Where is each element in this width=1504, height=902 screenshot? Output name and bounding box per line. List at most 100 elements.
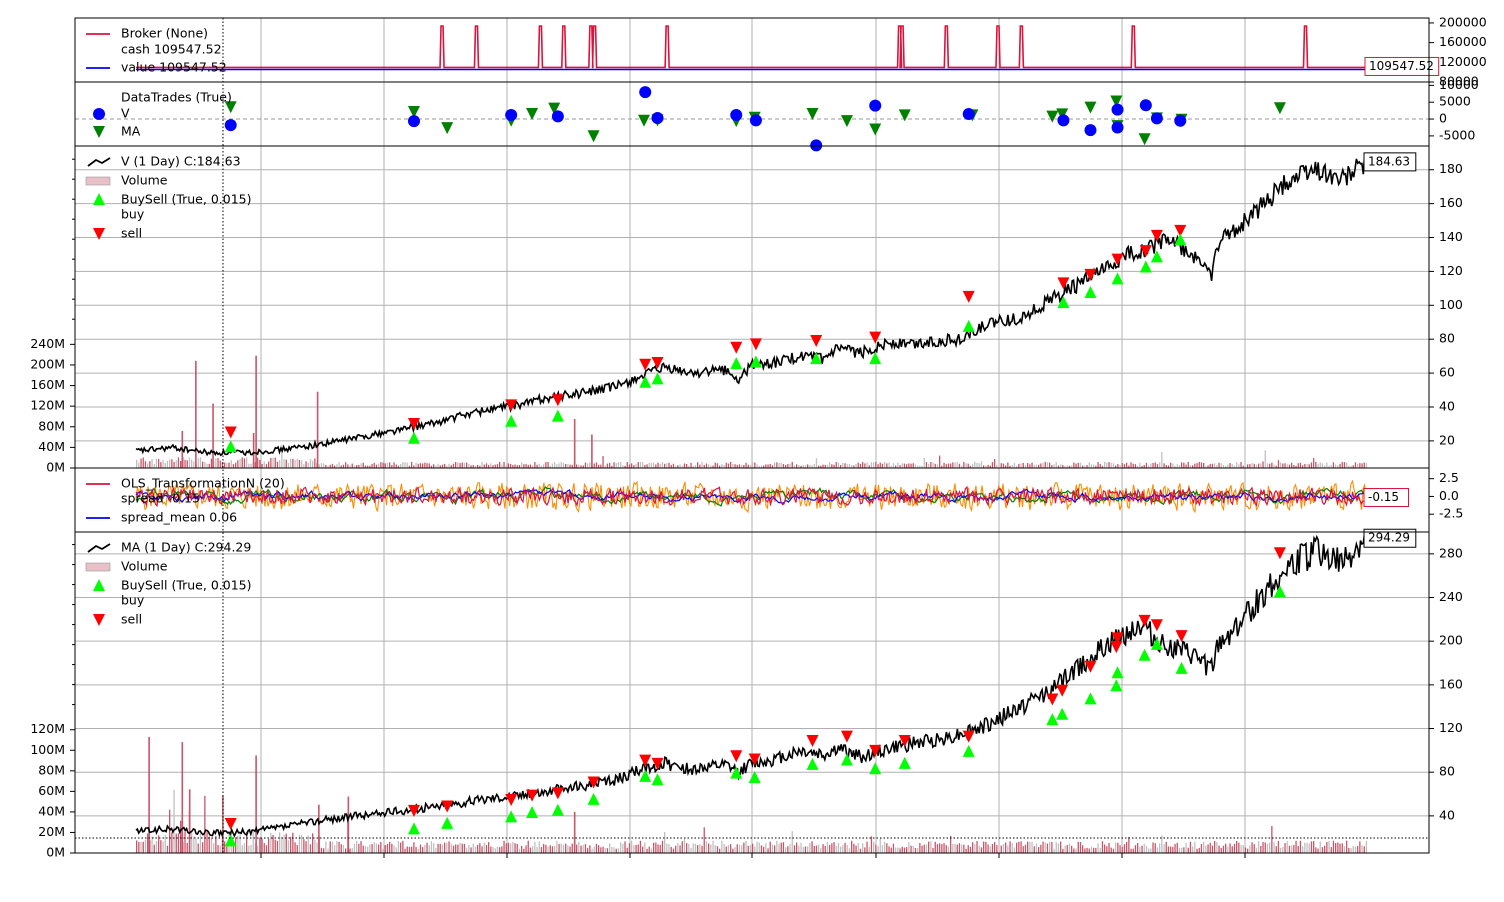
volume-bar	[967, 463, 969, 468]
volume-bar	[646, 464, 648, 468]
volume-bar	[664, 463, 666, 468]
volume-bar	[413, 842, 415, 853]
volume-bar	[490, 463, 492, 468]
volume-bar	[204, 795, 206, 853]
volume-bar	[923, 457, 925, 468]
volume-bar	[844, 463, 846, 468]
volume-bar	[232, 464, 235, 468]
volume-bar	[857, 842, 859, 853]
volume-bar	[787, 464, 789, 468]
volume-bar	[239, 459, 241, 468]
volume-bar	[725, 462, 727, 468]
volume-bar	[208, 836, 210, 853]
volume-bar	[1194, 841, 1196, 853]
volume-bar	[771, 844, 774, 853]
volume-bar	[598, 845, 600, 853]
volume-bar	[813, 463, 815, 468]
volume-bar	[1343, 462, 1346, 468]
volume-bar	[160, 840, 162, 853]
volume-bar	[1310, 462, 1313, 468]
volume-bar	[514, 464, 516, 468]
volume-bar	[298, 459, 301, 468]
volume-bar	[666, 843, 668, 853]
volume-bar	[1299, 840, 1302, 853]
volume-bar	[1106, 846, 1108, 853]
volume-bar	[606, 463, 609, 468]
volume-bar	[536, 846, 538, 853]
volume-bar	[439, 843, 441, 853]
volume-bar	[815, 845, 818, 853]
volume-bar	[1304, 463, 1306, 468]
volume-bar	[1090, 464, 1093, 468]
volume-tick-label-V: 40M	[38, 439, 65, 454]
volume-bar	[474, 846, 477, 853]
volume-bar	[716, 846, 719, 853]
trade-marker-v	[1174, 114, 1187, 127]
y-tick-label-V: 80	[1439, 331, 1455, 346]
volume-bar	[1044, 461, 1046, 468]
volume-bar	[1280, 847, 1282, 853]
volume-bar	[1240, 461, 1242, 468]
volume-bar	[615, 848, 617, 853]
volume-bar	[767, 848, 769, 853]
volume-bar	[1220, 463, 1222, 468]
volume-bar	[1139, 462, 1141, 468]
volume-bar	[1057, 843, 1060, 853]
volume-bar	[1018, 463, 1020, 468]
volume-bar	[490, 846, 492, 853]
volume-bar	[650, 462, 653, 468]
volume-tick-label-MA: 0M	[46, 845, 65, 860]
volume-bar	[650, 848, 653, 853]
volume-bar	[327, 848, 329, 853]
volume-bar	[312, 460, 314, 468]
volume-bar	[822, 464, 824, 468]
volume-bar	[807, 464, 809, 468]
volume-bar	[263, 843, 265, 853]
volume-bar	[525, 845, 527, 853]
volume-bar	[822, 844, 824, 853]
volume-bar	[1130, 848, 1132, 853]
volume-bar	[243, 458, 246, 468]
volume-bar	[287, 462, 290, 468]
volume-bar	[708, 464, 710, 468]
volume-bar	[1123, 844, 1126, 853]
volume-bar	[906, 847, 908, 853]
volume-bar	[153, 463, 155, 468]
volume-bar	[195, 838, 197, 853]
volume-bar	[263, 461, 265, 468]
volume-bar	[780, 462, 782, 468]
volume-bar	[1128, 836, 1130, 853]
volume-bar	[785, 847, 787, 853]
volume-bar	[1354, 846, 1357, 853]
legend-swatch-MA	[85, 562, 111, 572]
volume-bar	[422, 463, 424, 468]
volume-bar	[661, 462, 664, 468]
volume-bar	[1099, 847, 1101, 853]
volume-bar	[1357, 463, 1359, 468]
volume-bar	[180, 460, 182, 468]
volume-bar	[1286, 464, 1288, 468]
volume-bar	[353, 843, 356, 853]
volume-bar	[1348, 847, 1350, 853]
y-tick-label-V: 180	[1439, 161, 1463, 176]
volume-bar	[1027, 463, 1029, 468]
volume-bar	[774, 462, 776, 468]
volume-bar	[226, 463, 228, 468]
volume-bar	[675, 845, 677, 853]
volume-bar	[881, 463, 884, 468]
volume-bar	[1079, 841, 1082, 853]
volume-bar	[628, 843, 631, 853]
y-tick-label-V: 160	[1439, 195, 1463, 210]
volume-bar	[593, 846, 595, 853]
volume-bar	[565, 464, 567, 468]
volume-bar	[899, 848, 901, 853]
volume-tick-label-V: 200M	[30, 356, 65, 371]
volume-bar	[402, 462, 404, 468]
volume-bar	[329, 841, 331, 853]
volume-bar	[1244, 847, 1247, 853]
volume-bar	[402, 840, 404, 853]
volume-bar	[1148, 848, 1150, 853]
legend-label-V: Volume	[121, 173, 168, 188]
legend-label-MA: BuySell (True, 0.015)	[121, 578, 251, 593]
volume-bar	[642, 846, 644, 853]
